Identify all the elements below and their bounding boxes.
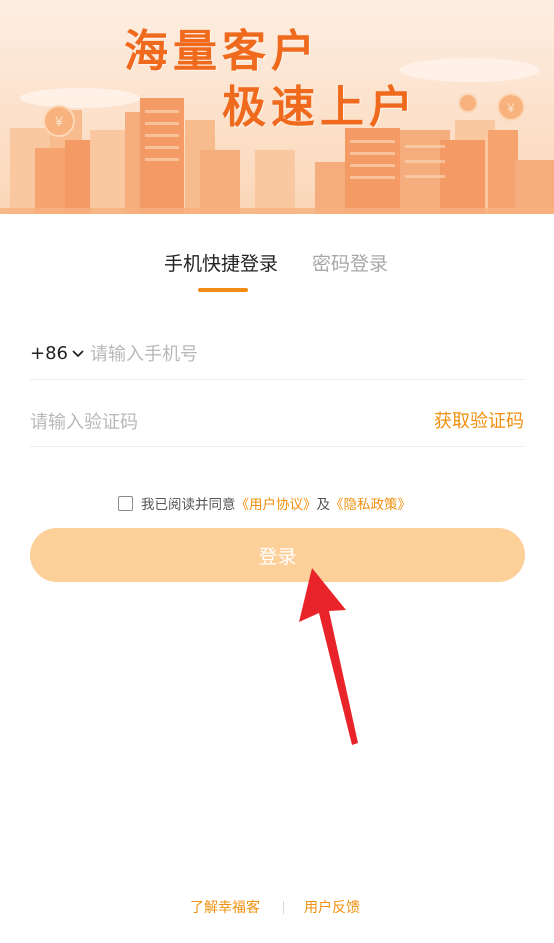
chevron-down-icon (72, 350, 84, 357)
coin-icon (458, 93, 478, 113)
active-tab-indicator (198, 288, 248, 292)
agreement-conjunction: 及 (316, 497, 331, 513)
login-button[interactable]: 登录 (30, 528, 525, 582)
coin-icon: ¥ (497, 93, 525, 121)
code-row: 获取验证码 (30, 396, 524, 447)
hero-banner: ¥ ¥ 海量客户 极速上户 (0, 0, 554, 214)
get-code-button[interactable]: 获取验证码 (434, 410, 524, 434)
country-code-select[interactable]: +86 (30, 342, 85, 366)
svg-text:¥: ¥ (54, 113, 63, 129)
svg-text:¥: ¥ (507, 101, 515, 115)
banner-headline-1: 海量客户 (124, 26, 320, 77)
tab-password-login[interactable]: 密码登录 (312, 250, 388, 278)
footer-divider (283, 901, 284, 914)
privacy-policy-link[interactable]: 《隐私政策》 (330, 493, 411, 513)
verification-code-input[interactable] (30, 408, 370, 436)
banner-headline-2: 极速上户 (222, 82, 418, 133)
coin-icon: ¥ (43, 105, 75, 137)
feedback-link[interactable]: 用户反馈 (304, 898, 360, 918)
login-tabs: 手机快捷登录 密码登录 (0, 250, 554, 300)
agreement-row: 我已阅读并同意 《用户协议》 及 《隐私政策》 (118, 493, 411, 513)
about-link[interactable]: 了解幸福客 (190, 898, 260, 918)
agree-checkbox[interactable] (118, 495, 133, 511)
user-agreement-link[interactable]: 《用户协议》 (236, 493, 317, 513)
phone-input[interactable] (90, 340, 470, 368)
phone-row: +86 (30, 328, 524, 380)
country-code-value: +86 (30, 343, 68, 364)
footer-links: 了解幸福客 用户反馈 (0, 898, 554, 918)
tab-quick-login[interactable]: 手机快捷登录 (164, 250, 278, 278)
agreement-text: 我已阅读并同意 (141, 497, 236, 513)
